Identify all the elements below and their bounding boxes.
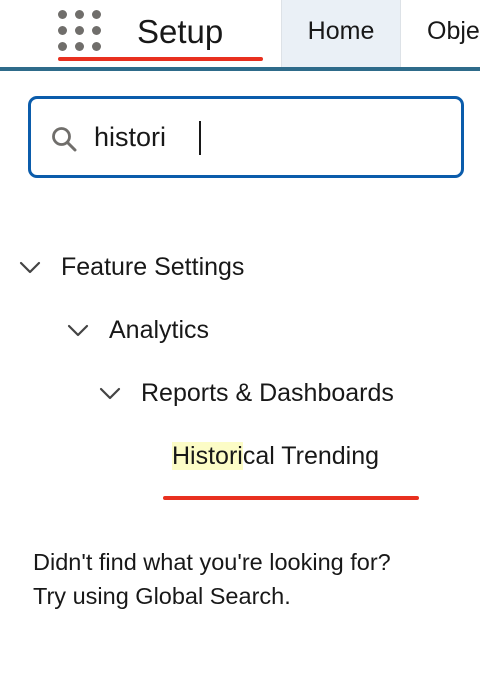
search-icon xyxy=(52,127,77,152)
annotation-underline-result xyxy=(163,496,419,500)
launcher-dot xyxy=(92,26,101,35)
chevron-down-icon[interactable] xyxy=(18,255,42,279)
tree-item-label: Analytics xyxy=(109,316,210,344)
tree-item-reports-dashboards[interactable]: Reports & Dashboards xyxy=(98,375,448,411)
chevron-down-icon[interactable] xyxy=(98,381,122,405)
launcher-dot xyxy=(58,10,67,19)
annotation-underline-setup xyxy=(58,57,263,61)
tree-item-label: Feature Settings xyxy=(61,253,245,281)
tab-objects-label: Obje xyxy=(427,17,480,45)
no-results-message: Didn't find what you're looking for? Try… xyxy=(33,545,473,613)
global-search-hint: Try using Global Search. xyxy=(33,583,291,609)
launcher-dot xyxy=(92,42,101,51)
search-match-highlight: Histori xyxy=(172,442,243,470)
launcher-dot xyxy=(75,26,84,35)
quick-find-search-box[interactable] xyxy=(28,96,464,178)
launcher-dot xyxy=(58,42,67,51)
tree-item-analytics[interactable]: Analytics xyxy=(66,312,286,348)
launcher-dot xyxy=(92,10,101,19)
text-caret xyxy=(199,121,201,155)
tab-home-label: Home xyxy=(307,17,375,45)
no-results-line-1: Didn't find what you're looking for? xyxy=(33,549,391,575)
app-launcher-grid-icon[interactable] xyxy=(58,10,102,52)
tab-objects[interactable]: Obje xyxy=(402,0,480,67)
page-title: Setup xyxy=(137,13,224,50)
tree-item-historical-trending[interactable]: Historical Trending xyxy=(172,438,432,474)
tree-item-feature-settings[interactable]: Feature Settings xyxy=(18,249,318,285)
launcher-dot xyxy=(58,26,67,35)
chevron-down-icon[interactable] xyxy=(66,318,90,342)
search-match-remainder: cal Trending xyxy=(242,442,380,470)
launcher-dot xyxy=(75,42,84,51)
brand-bar xyxy=(0,67,480,71)
tree-item-label: Reports & Dashboards xyxy=(141,379,394,407)
setup-header: Setup Home Obje xyxy=(0,0,480,67)
launcher-dot xyxy=(75,10,84,19)
tree-item-label: Historical Trending xyxy=(172,440,379,472)
search-input[interactable] xyxy=(94,117,434,157)
tab-home[interactable]: Home xyxy=(281,0,401,67)
